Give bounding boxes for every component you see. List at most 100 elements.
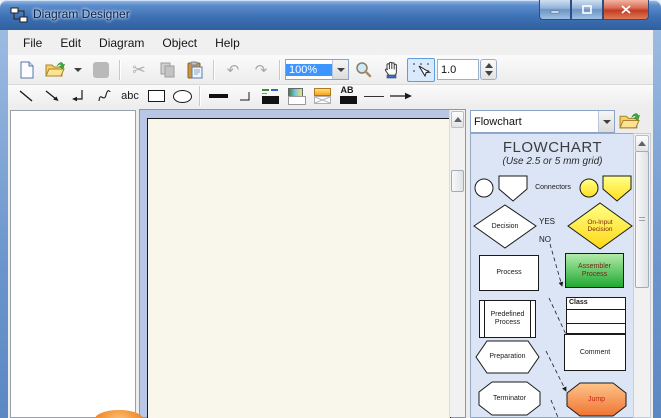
chevron-down-icon	[337, 68, 345, 72]
curve-icon	[96, 89, 112, 103]
shape-comment[interactable]: Comment	[564, 334, 626, 371]
redo-button[interactable]: ↷	[249, 58, 273, 82]
scroll-up-button[interactable]	[451, 111, 464, 128]
template-dropdown-button[interactable]	[598, 111, 614, 132]
load-palette-button[interactable]	[617, 109, 641, 132]
rectangle-tool-button[interactable]	[145, 87, 167, 105]
minimize-button[interactable]	[539, 0, 571, 20]
copy-button[interactable]	[155, 58, 179, 82]
palette-scroll-thumb[interactable]	[635, 151, 649, 288]
arrow-tool-button[interactable]	[41, 87, 63, 105]
open-folder-icon	[45, 61, 65, 78]
palette-vertical-scrollbar[interactable]	[633, 133, 651, 418]
shape-preparation[interactable]: Preparation	[475, 340, 540, 374]
polyline-arrow-icon	[70, 89, 86, 103]
template-select[interactable]: Flowchart	[470, 110, 615, 133]
text-tool-button[interactable]: abc	[119, 87, 141, 105]
predefined-bar	[484, 301, 485, 337]
separator	[213, 60, 215, 80]
title-bar[interactable]: Diagram Designer	[0, 0, 661, 30]
zoom-dropdown-button[interactable]	[332, 60, 348, 79]
grid-snap-field[interactable]: 1.0	[437, 59, 479, 80]
shape-terminator[interactable]: Terminator	[478, 381, 541, 416]
new-icon	[19, 61, 35, 79]
snap-toggle-button[interactable]	[407, 58, 435, 82]
curve-tool-button[interactable]	[93, 87, 115, 105]
menu-bar: File Edit Diagram Object Help	[8, 30, 653, 55]
menu-help[interactable]: Help	[206, 33, 249, 53]
shape-process[interactable]: Process	[479, 255, 539, 291]
connector-circle-yellow[interactable]	[579, 178, 599, 198]
scroll-up-icon	[454, 117, 462, 122]
font-style-button[interactable]: AB	[337, 87, 359, 105]
minimize-icon	[550, 5, 560, 14]
shape-class[interactable]: Class	[566, 297, 626, 334]
shape-jump[interactable]: Jump	[566, 382, 627, 417]
open-dropdown-button[interactable]	[71, 58, 85, 82]
palette-scroll-up-button[interactable]	[635, 135, 649, 152]
menu-object[interactable]: Object	[153, 33, 206, 53]
maximize-icon	[582, 5, 592, 14]
canvas-area[interactable]	[139, 109, 466, 418]
hand-icon	[383, 61, 400, 79]
menu-edit[interactable]: Edit	[51, 33, 90, 53]
grid-snap-stepper[interactable]	[480, 59, 497, 80]
chevron-down-icon	[603, 120, 611, 124]
undo-button[interactable]: ↶	[221, 58, 245, 82]
close-icon	[621, 5, 631, 14]
zoom-tool-button[interactable]	[351, 58, 375, 82]
polyline-tool-button[interactable]	[67, 87, 89, 105]
ellipse-icon	[173, 90, 192, 103]
diagram-page[interactable]	[147, 118, 451, 418]
window-title: Diagram Designer	[33, 7, 130, 21]
maximize-button[interactable]	[571, 0, 603, 20]
draw-toolbar: abc	[8, 85, 653, 108]
fill-style-button[interactable]	[285, 87, 307, 105]
object-tree-panel[interactable]	[10, 110, 136, 418]
cut-button[interactable]: ✂	[127, 58, 151, 82]
connector-style-button[interactable]	[233, 87, 255, 105]
arrow-line-icon	[44, 89, 60, 103]
menu-diagram[interactable]: Diagram	[90, 33, 153, 53]
elbow-line-icon	[237, 90, 252, 103]
window-border-right	[653, 30, 661, 418]
canvas-scroll-thumb[interactable]	[451, 170, 464, 192]
zoom-select[interactable]: 100%	[285, 59, 349, 80]
menu-file[interactable]: File	[14, 33, 51, 53]
scroll-thumb-grip	[639, 217, 645, 223]
new-button[interactable]	[15, 58, 39, 82]
magnifier-icon	[354, 61, 372, 79]
zoom-value: 100%	[286, 64, 332, 76]
paste-button[interactable]	[183, 58, 207, 82]
line-style-button[interactable]	[259, 87, 281, 105]
cut-icon: ✂	[132, 60, 145, 80]
shape-assembler-process[interactable]: Assembler Process	[565, 253, 624, 288]
connector-pentagon-white[interactable]	[498, 175, 528, 202]
save-button[interactable]	[89, 58, 113, 82]
shape-predefined-process[interactable]: Predefined Process	[479, 300, 536, 338]
ellipse-tool-button[interactable]	[171, 87, 193, 105]
line-style-icon	[262, 88, 279, 104]
pan-tool-button[interactable]	[379, 58, 403, 82]
connector-pentagon-yellow[interactable]	[602, 175, 632, 202]
shape-palette[interactable]: FLOWCHART (Use 2.5 or 5 mm grid)	[470, 133, 635, 418]
line-tool-button[interactable]	[15, 87, 37, 105]
open-button[interactable]	[43, 58, 67, 82]
palette-subtitle: (Use 2.5 or 5 mm grid)	[471, 156, 634, 167]
open-folder-icon	[619, 112, 640, 130]
shape-decision[interactable]: Decision	[473, 204, 537, 249]
shape-on-input-decision[interactable]: On-Input Decision	[567, 202, 633, 250]
separator	[119, 60, 121, 80]
shadow-style-button[interactable]	[311, 87, 333, 105]
canvas-vertical-scrollbar[interactable]	[449, 110, 465, 417]
line-width-button[interactable]	[207, 87, 229, 105]
thin-line-button[interactable]	[363, 87, 385, 105]
font-style-icon: AB	[340, 88, 357, 104]
app-icon	[10, 7, 28, 23]
connector-circle-white[interactable]	[474, 178, 494, 198]
grid-snap-value: 1.0	[441, 64, 456, 76]
arrow-style-button[interactable]	[389, 87, 413, 105]
close-button[interactable]	[603, 0, 649, 20]
spinner-down-icon	[485, 71, 493, 76]
yes-label: YES	[539, 217, 555, 226]
